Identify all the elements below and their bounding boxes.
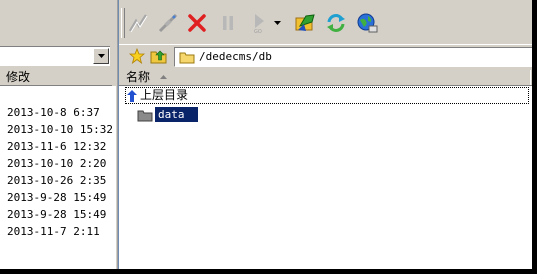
file-list-header: 名称 (119, 70, 532, 86)
parent-folder-button[interactable] (149, 46, 169, 66)
disconnect-button[interactable] (155, 10, 181, 36)
stop-button[interactable] (184, 10, 210, 36)
globe-icon (357, 13, 378, 33)
sort-ascending-icon (160, 75, 167, 79)
parent-directory-label: 上层目录 (140, 88, 189, 102)
connect-icon (128, 14, 148, 33)
folder-name: data (155, 107, 198, 122)
folder-icon (137, 110, 153, 121)
transfer-button[interactable] (292, 10, 318, 36)
list-item-date: 2013-10-10 2:20 (7, 157, 107, 170)
folder-icon (179, 52, 195, 64)
list-item-date: 2013-10-8 6:37 (7, 106, 100, 119)
ftp-window: 修改 2013-10-8 6:37 2013-10-10 15:32 2013-… (0, 0, 532, 269)
pause-button[interactable] (215, 10, 241, 36)
list-item-folder[interactable]: data (137, 106, 198, 123)
list-item-date: 2013-11-7 2:11 (7, 225, 100, 238)
dropdown-arrow-button[interactable] (93, 48, 109, 64)
list-item-date: 2013-10-26 2:35 (7, 174, 107, 187)
go-dropdown-button[interactable] (271, 10, 283, 36)
go-icon: GO (254, 14, 264, 34)
connect-button[interactable] (125, 10, 151, 36)
pause-icon (223, 16, 233, 30)
dropdown-arrow-icon (273, 21, 281, 25)
list-item-date: 2013-9-28 15:49 (7, 191, 107, 204)
chevron-down-icon (97, 54, 105, 58)
left-path-dropdown[interactable] (0, 46, 110, 66)
parent-directory-row[interactable]: 上层目录 (125, 87, 529, 104)
remote-details-pane: 修改 2013-10-8 6:37 2013-10-10 15:32 2013-… (0, 0, 116, 269)
name-column-header[interactable]: 名称 (119, 70, 531, 85)
name-column-label: 名称 (126, 70, 151, 84)
file-list: 上层目录 data (119, 86, 532, 269)
folder-up-icon (150, 50, 167, 64)
go-icon-label: GO (254, 29, 262, 34)
list-item-date: 2013-10-10 15:32 (7, 123, 113, 136)
list-item-date: 2013-11-6 12:32 (7, 140, 107, 153)
go-button[interactable]: GO (246, 10, 272, 36)
transfer-icon (295, 14, 315, 31)
address-bar: /dedecms/db (119, 44, 532, 69)
favorites-button[interactable] (127, 46, 147, 66)
arrow-up-icon (127, 89, 137, 102)
disconnect-icon (158, 13, 178, 33)
modified-date-list: 2013-10-8 6:37 2013-10-10 15:32 2013-11-… (0, 86, 116, 269)
modified-column-header[interactable]: 修改 (0, 70, 112, 86)
refresh-button[interactable] (323, 10, 349, 36)
site-manager-button[interactable] (354, 10, 380, 36)
stop-icon (188, 14, 206, 32)
toolbar: GO (119, 0, 532, 44)
refresh-icon (327, 14, 345, 32)
star-icon (129, 48, 145, 64)
path-text: /dedecms/db (199, 50, 272, 63)
list-item-date: 2013-9-28 15:49 (7, 208, 107, 221)
path-input[interactable]: /dedecms/db (174, 47, 532, 67)
